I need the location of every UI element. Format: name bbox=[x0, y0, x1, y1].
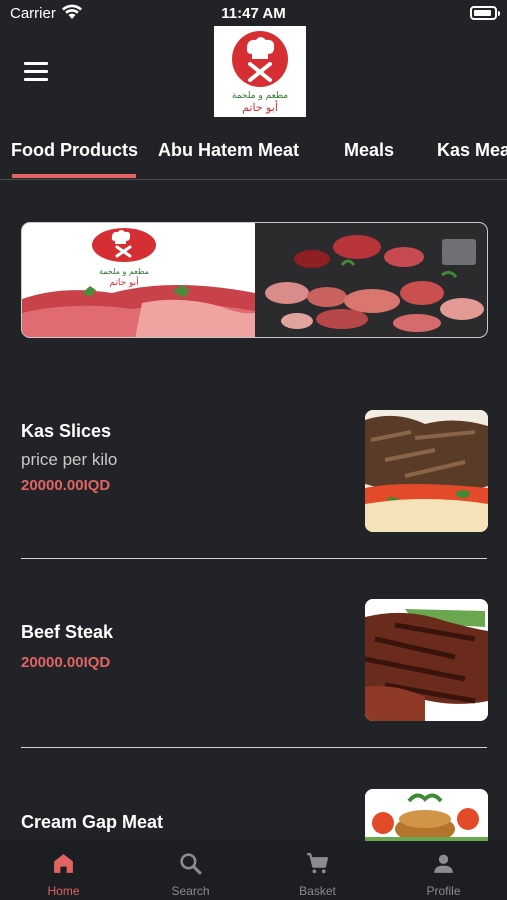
nav-label-home: Home bbox=[47, 884, 80, 898]
bottom-navigation: Home Search Basket Profile bbox=[0, 841, 507, 900]
person-icon bbox=[434, 854, 453, 873]
app-screen: Carrier 11:47 AM مطعم و ملحمة أبو حاتم F… bbox=[0, 0, 507, 900]
nav-label-profile: Profile bbox=[426, 884, 461, 898]
menu-icon-bar bbox=[24, 62, 48, 65]
product-image-cream-gap-meat bbox=[365, 789, 488, 841]
product-image-kas-slices bbox=[365, 410, 488, 532]
tab-meals[interactable]: Meals bbox=[344, 140, 394, 161]
home-icon bbox=[54, 854, 73, 873]
search-icon bbox=[180, 853, 202, 875]
banner-logo-text-top: مطعم و ملحمة bbox=[99, 267, 149, 276]
nav-label-basket: Basket bbox=[299, 884, 336, 898]
nav-home[interactable]: Home bbox=[0, 841, 127, 900]
product-name: Kas Slices bbox=[21, 421, 112, 441]
divider bbox=[21, 558, 487, 559]
logo-text-top: مطعم و ملحمة bbox=[232, 91, 288, 101]
menu-button[interactable] bbox=[24, 62, 48, 81]
tab-kas-meat[interactable]: Kas Meat bbox=[437, 140, 507, 161]
cart-icon bbox=[307, 852, 329, 874]
status-bar: Carrier 11:47 AM bbox=[0, 0, 507, 26]
brand-logo: مطعم و ملحمة أبو حاتم bbox=[214, 26, 306, 117]
status-time: 11:47 AM bbox=[221, 5, 286, 22]
nav-label-search: Search bbox=[171, 884, 210, 898]
tab-abu-hatem-meat[interactable]: Abu Hatem Meat bbox=[158, 140, 299, 161]
logo-text-bottom: أبو حاتم bbox=[242, 100, 278, 114]
chef-logo-icon: مطعم و ملحمة أبو حاتم bbox=[232, 31, 288, 114]
banner-image: مطعم و ملحمة أبو حاتم bbox=[22, 223, 487, 337]
nav-profile[interactable]: Profile bbox=[380, 841, 507, 900]
category-tabs: Food Products Abu Hatem Meat Meals Kas M… bbox=[0, 136, 507, 180]
divider bbox=[21, 747, 487, 748]
product-price: 20000.00IQD bbox=[21, 477, 111, 494]
product-image-beef-steak bbox=[365, 599, 488, 721]
promo-banner[interactable]: مطعم و ملحمة أبو حاتم bbox=[21, 222, 488, 338]
menu-icon-bar bbox=[24, 78, 48, 81]
product-name: Cream Gap Meat bbox=[21, 812, 164, 832]
product-price: 20000.00IQD bbox=[21, 654, 111, 671]
battery-icon bbox=[470, 6, 500, 20]
nav-search[interactable]: Search bbox=[127, 841, 254, 900]
product-description: price per kilo bbox=[21, 450, 118, 469]
tab-food-products[interactable]: Food Products bbox=[11, 140, 138, 161]
banner-logo-text-bottom: أبو حاتم bbox=[109, 276, 138, 288]
nav-basket[interactable]: Basket bbox=[254, 841, 381, 900]
menu-icon-bar bbox=[24, 70, 48, 73]
active-tab-indicator bbox=[12, 174, 136, 178]
product-name: Beef Steak bbox=[21, 622, 114, 642]
